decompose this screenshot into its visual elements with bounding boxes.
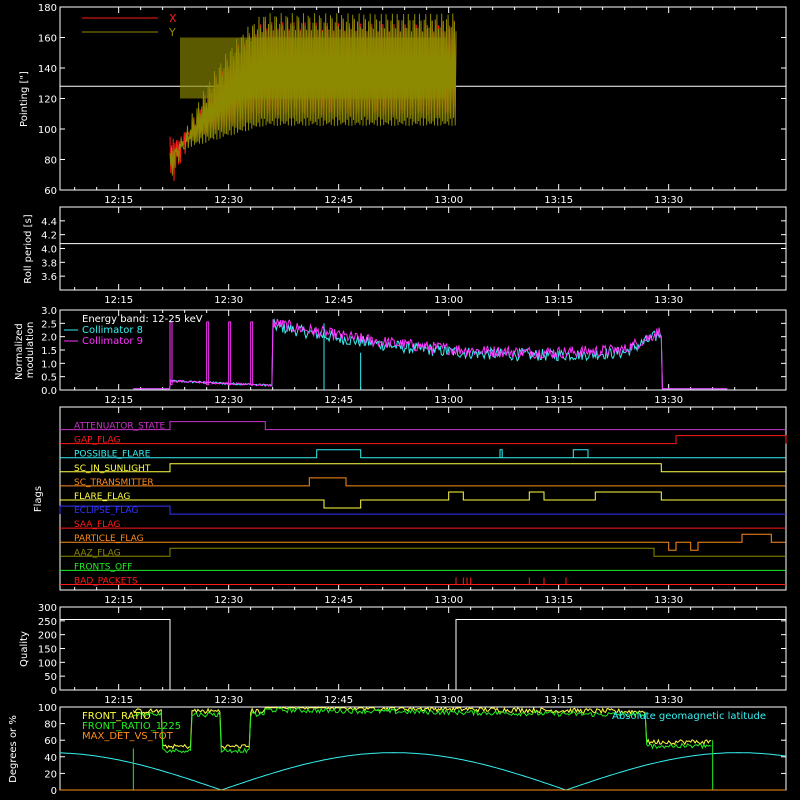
y-tick-label: 3.0	[41, 306, 57, 317]
y-tick-label: 1.0	[41, 359, 57, 370]
telemetry-figure: Pointing ["] 60 80 100 120 140 160 180 12:15 12…	[0, 0, 800, 800]
y-tick-label: 0	[51, 686, 57, 697]
y-tick-label: 140	[38, 64, 57, 75]
modulation-ylabel: Normalized modulation	[14, 320, 36, 380]
y-tick-label: 150	[38, 645, 57, 656]
x-tick-label: 13:00	[434, 395, 463, 406]
y-tick-label: 0	[51, 786, 57, 797]
x-tick-label: 12:45	[324, 295, 353, 306]
y-tick-label: 2.0	[41, 333, 57, 344]
flag-label-saa-flag: SAA_FLAG	[74, 520, 120, 530]
x-tick-label: 12:45	[324, 595, 353, 606]
y-tick-label: 40	[44, 753, 57, 764]
y-tick-label: 250	[38, 617, 57, 628]
y-tick-label: 100	[38, 658, 57, 669]
y-tick-label: 3.6	[41, 272, 57, 283]
quality-ylabel: Quality	[19, 631, 30, 667]
x-tick-label: 13:00	[434, 295, 463, 306]
legend-collimator-9: Collimator 9	[82, 336, 143, 347]
x-tick-label: 13:30	[654, 695, 683, 706]
x-tick-label: 13:00	[434, 195, 463, 206]
y-tick-label: 180	[38, 3, 57, 14]
x-tick-label: 12:30	[214, 595, 243, 606]
x-tick-label: 13:30	[654, 395, 683, 406]
y-tick-label: 200	[38, 631, 57, 642]
y-tick-label: 0.0	[41, 386, 57, 397]
y-tick-label: 2.5	[41, 319, 57, 330]
y-tick-label: 60	[44, 186, 57, 197]
y-tick-label: 4.2	[41, 231, 57, 242]
y-tick-label: 100	[38, 703, 57, 714]
flag-label-aaz-flag: AAZ_FLAG	[74, 548, 121, 558]
y-tick-label: 0.5	[41, 373, 57, 384]
legend-x-label: X	[169, 12, 177, 25]
legend-max-det-vs-tot: MAX_DET_VS_TOT	[82, 731, 174, 742]
x-tick-label: 12:30	[214, 295, 243, 306]
y-tick-label: 120	[38, 95, 57, 106]
modulation-legend-title: Energy band: 12-25 keV	[82, 314, 203, 325]
flag-label-particle-flag: PARTICLE_FLAG	[74, 534, 144, 544]
x-tick-label: 13:30	[654, 595, 683, 606]
x-tick-label: 12:15	[104, 395, 133, 406]
y-tick-label: 80	[44, 156, 57, 167]
legend-collimator-8: Collimator 8	[82, 325, 143, 336]
y-tick-label: 3.8	[41, 258, 57, 269]
x-tick-label: 13:00	[434, 595, 463, 606]
ratios-ylabel: Degrees or %	[8, 715, 19, 783]
x-tick-label: 12:30	[214, 195, 243, 206]
y-tick-label: 20	[44, 769, 57, 780]
x-tick-label: 12:45	[324, 695, 353, 706]
geomag-latitude-annotation: Absolute geomagnetic latitude	[612, 711, 766, 722]
flag-label-possible-flare: POSSIBLE_FLARE	[74, 450, 151, 460]
x-tick-label: 13:15	[544, 295, 573, 306]
y-tick-label: 60	[44, 736, 57, 747]
y-tick-label: 100	[38, 125, 57, 136]
x-tick-label: 12:15	[104, 295, 133, 306]
flag-label-gap-flag: GAP_FLAG	[74, 436, 120, 446]
legend-y-label: Y	[168, 26, 176, 39]
x-tick-label: 13:30	[654, 295, 683, 306]
x-tick-label: 12:30	[214, 395, 243, 406]
y-tick-label: 160	[38, 34, 57, 45]
y-tick-label: 50	[44, 672, 57, 683]
x-tick-label: 13:15	[544, 595, 573, 606]
flag-label-sc-in-sunlight: SC_IN_SUNLIGHT	[74, 464, 151, 474]
x-tick-label: 12:45	[324, 195, 353, 206]
x-tick-label: 12:15	[104, 595, 133, 606]
x-tick-label: 12:15	[104, 195, 133, 206]
flag-label-eclipse-flag: ECLIPSE_FLAG	[74, 506, 138, 516]
x-tick-label: 13:15	[544, 195, 573, 206]
flags-ylabel: Flags	[33, 486, 44, 512]
y-tick-label: 300	[38, 603, 57, 614]
y-tick-label: 4.4	[41, 217, 57, 228]
x-tick-label: 12:30	[214, 695, 243, 706]
x-tick-label: 13:30	[654, 195, 683, 206]
x-tick-label: 13:00	[434, 695, 463, 706]
x-tick-label: 12:45	[324, 395, 353, 406]
x-tick-label: 12:15	[104, 695, 133, 706]
pointing-y-fill	[180, 37, 446, 99]
y-tick-label: 80	[44, 720, 57, 731]
roll-period-ylabel: Roll period [s]	[23, 214, 34, 283]
pointing-ylabel: Pointing ["]	[19, 71, 30, 127]
y-tick-label: 4.0	[41, 245, 57, 256]
x-tick-label: 13:15	[544, 695, 573, 706]
x-tick-label: 13:15	[544, 395, 573, 406]
y-tick-label: 1.5	[41, 346, 57, 357]
